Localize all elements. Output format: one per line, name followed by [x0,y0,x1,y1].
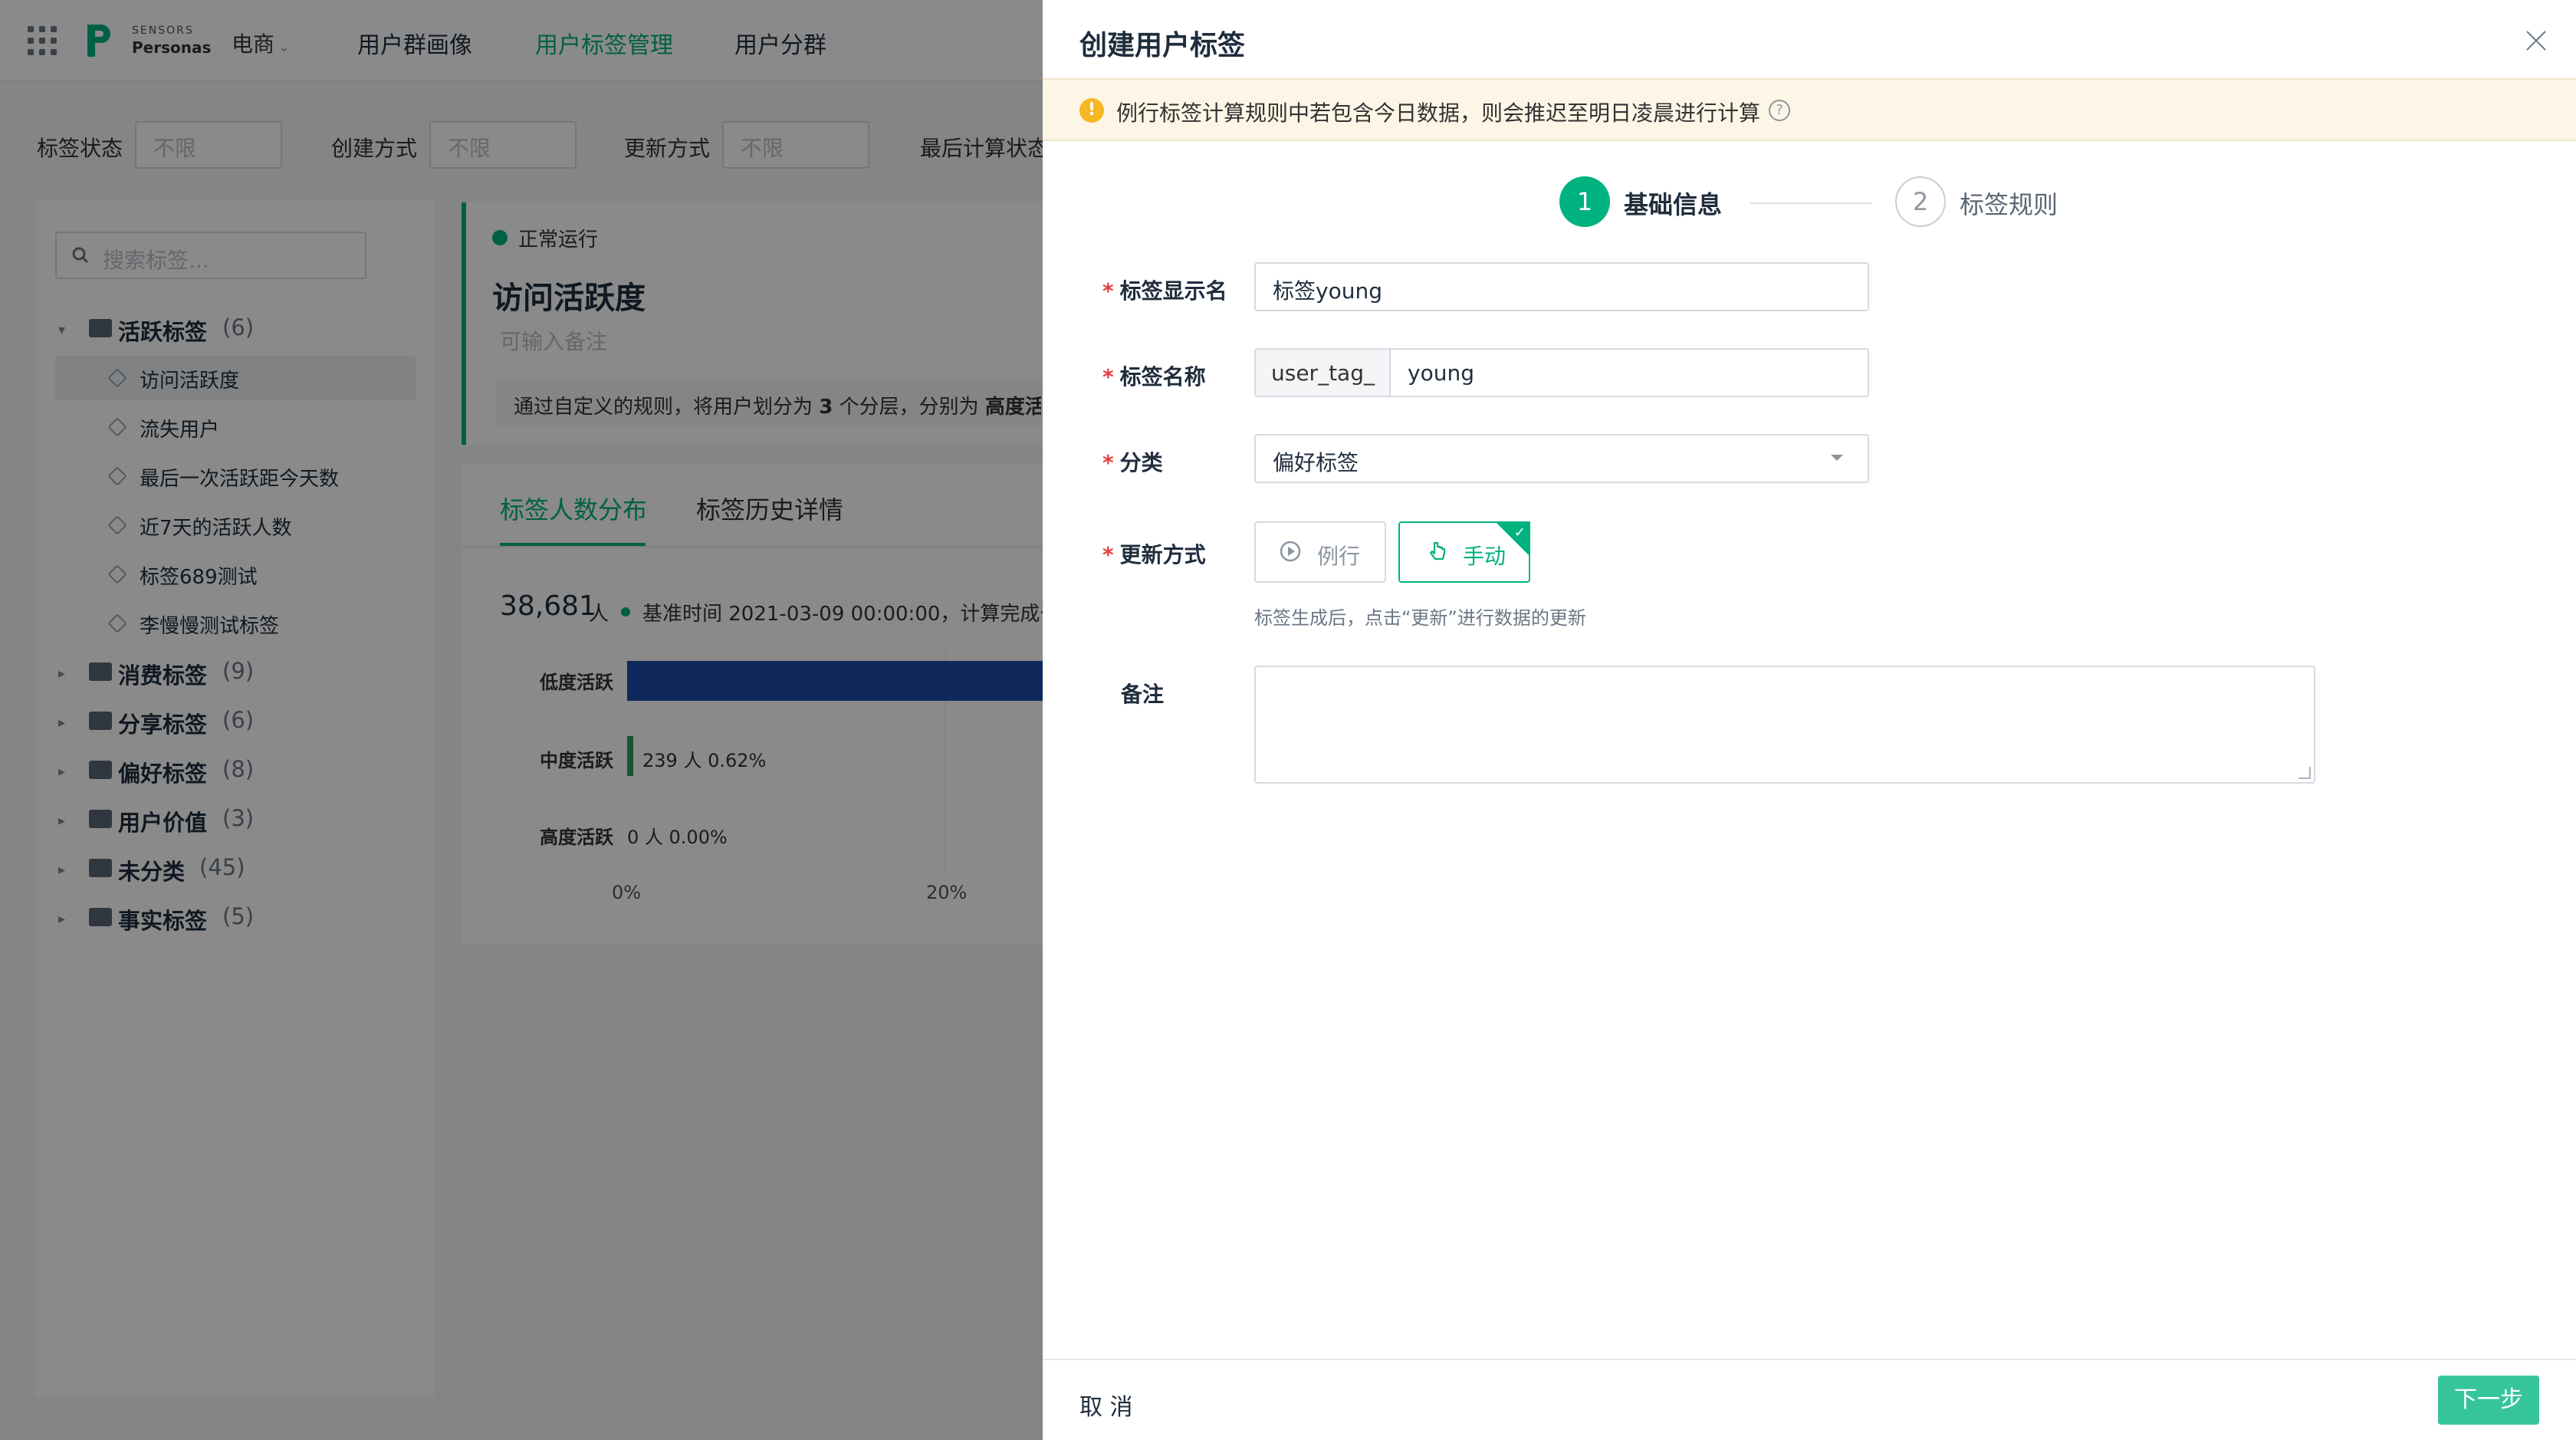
chevron-down-icon [1831,455,1843,461]
update-mode-routine-button[interactable]: 例行 [1254,521,1386,583]
step-connector [1750,202,1872,204]
required-mark: * [1102,450,1114,475]
update-mode-hint: 标签生成后，点击“更新”进行数据的更新 [1254,607,1586,629]
required-mark: * [1102,542,1114,567]
cancel-button[interactable]: 取 消 [1079,1388,1133,1422]
next-step-button[interactable]: 下一步 [2438,1376,2539,1425]
close-icon[interactable] [2522,26,2550,54]
category-value: 偏好标签 [1273,450,1359,475]
resize-handle-icon[interactable] [2298,767,2311,779]
required-mark: * [1102,364,1114,390]
tag-name-label: * 标签名称 [1102,360,1263,391]
check-icon: ✓ [1513,524,1526,541]
routine-label: 例行 [1317,544,1361,569]
display-name-input[interactable]: 标签young [1254,262,1869,311]
warning-icon: ! [1079,98,1104,123]
hand-pointer-icon [1429,541,1446,561]
required-mark: * [1102,278,1114,304]
alert-text: 例行标签计算规则中若包含今日数据，则会推迟至明日凌晨进行计算 [1116,100,1761,126]
display-name-label-text: 标签显示名 [1119,278,1227,304]
tag-name-input[interactable]: young [1389,348,1869,397]
tag-name-label-text: 标签名称 [1119,364,1206,390]
drawer-title: 创建用户标签 [1079,30,1246,61]
category-label-text: 分类 [1119,450,1163,475]
drawer-footer: 取 消 下一步 [1043,1359,2576,1440]
clock-play-icon [1280,541,1301,562]
display-name-label: * 标签显示名 [1102,275,1263,305]
update-mode-label-text: 更新方式 [1119,542,1206,567]
remark-textarea[interactable] [1254,666,2315,784]
tag-name-prefix: user_tag_ [1254,348,1391,397]
update-mode-manual-button[interactable]: 手动 ✓ [1398,521,1530,583]
step-1-circle: 1 [1559,176,1610,227]
category-label: * 分类 [1102,446,1263,477]
category-select[interactable]: 偏好标签 [1254,434,1869,483]
step-2-circle: 2 [1895,176,1946,227]
step-2-label: 标签规则 [1960,190,2058,219]
update-mode-label: * 更新方式 [1102,538,1263,569]
warning-alert: ! 例行标签计算规则中若包含今日数据，则会推迟至明日凌晨进行计算 ? [1043,78,2576,141]
help-icon[interactable]: ? [1769,100,1790,121]
create-tag-drawer: 创建用户标签 ! 例行标签计算规则中若包含今日数据，则会推迟至明日凌晨进行计算 … [1043,0,2576,1440]
modal-overlay[interactable] [0,0,1043,1440]
step-1-label: 基础信息 [1624,190,1723,219]
